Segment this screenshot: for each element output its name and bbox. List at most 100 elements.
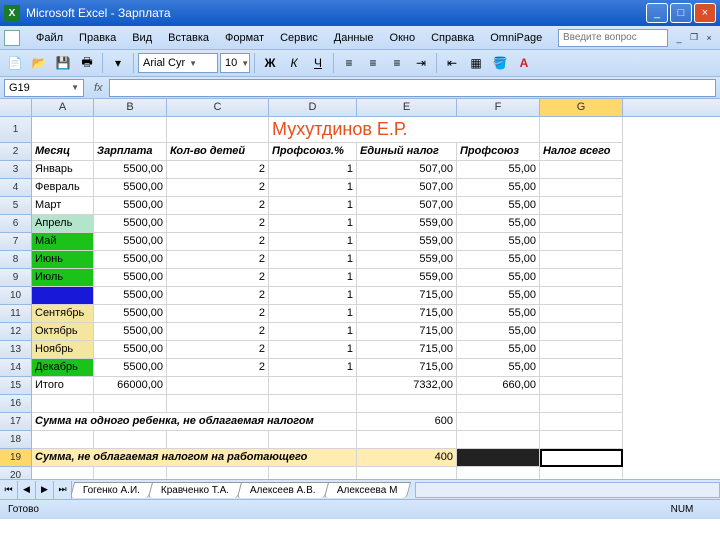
row-header[interactable]: 11 [0, 305, 32, 323]
row-header[interactable]: 3 [0, 161, 32, 179]
italic-icon[interactable]: К [283, 52, 305, 74]
cell[interactable]: 2 [167, 287, 269, 305]
cell[interactable]: 1 [269, 233, 357, 251]
sheet-tab[interactable]: Гогенко А.И. [70, 482, 153, 498]
cell[interactable] [357, 431, 457, 449]
cell[interactable] [457, 449, 540, 467]
col-header-d[interactable]: D [269, 99, 357, 116]
cell[interactable]: 715,00 [357, 323, 457, 341]
cell[interactable] [540, 359, 623, 377]
cell[interactable]: 55,00 [457, 287, 540, 305]
save-icon[interactable]: 💾 [52, 52, 74, 74]
cell[interactable]: 559,00 [357, 269, 457, 287]
cell[interactable] [457, 431, 540, 449]
col-header-a[interactable]: A [32, 99, 94, 116]
cell[interactable] [540, 395, 623, 413]
cell[interactable]: 559,00 [357, 215, 457, 233]
cell[interactable]: 559,00 [357, 233, 457, 251]
cell[interactable]: 2 [167, 305, 269, 323]
col-header-c[interactable]: C [167, 99, 269, 116]
cell[interactable] [540, 161, 623, 179]
cell[interactable]: 2 [167, 233, 269, 251]
cell[interactable]: 1 [269, 179, 357, 197]
cell[interactable] [94, 117, 167, 143]
cell[interactable]: 1 [269, 305, 357, 323]
font-size-selector[interactable]: 10 ▼ [220, 53, 250, 73]
cell[interactable] [457, 413, 540, 431]
month-cell[interactable]: Июль [32, 269, 94, 287]
close-button[interactable]: × [694, 3, 716, 23]
row-header[interactable]: 13 [0, 341, 32, 359]
cell[interactable] [32, 117, 94, 143]
cell[interactable]: 2 [167, 161, 269, 179]
cell[interactable]: 507,00 [357, 197, 457, 215]
month-cell[interactable]: Сентябрь [32, 305, 94, 323]
row-header[interactable]: 15 [0, 377, 32, 395]
underline-icon[interactable]: Ч [307, 52, 329, 74]
row-header[interactable]: 19 [0, 449, 32, 467]
tab-first-icon[interactable]: ⏮ [0, 481, 18, 499]
row-header[interactable]: 9 [0, 269, 32, 287]
name-box[interactable]: G19 ▼ [4, 79, 84, 97]
cell[interactable] [457, 395, 540, 413]
cell[interactable]: 2 [167, 251, 269, 269]
cell[interactable] [540, 431, 623, 449]
cell[interactable] [540, 323, 623, 341]
cell[interactable]: 1 [269, 215, 357, 233]
cell[interactable]: 1 [269, 359, 357, 377]
cell[interactable]: 55,00 [457, 359, 540, 377]
header-cell[interactable]: Профсоюз [457, 143, 540, 161]
cell[interactable] [94, 431, 167, 449]
cell[interactable]: 2 [167, 197, 269, 215]
cell[interactable] [269, 395, 357, 413]
tab-next-icon[interactable]: ▶ [36, 481, 54, 499]
cell[interactable]: 55,00 [457, 233, 540, 251]
cell[interactable]: 55,00 [457, 269, 540, 287]
merge-icon[interactable]: ⇥ [410, 52, 432, 74]
menu-window[interactable]: Окно [382, 30, 424, 46]
col-header-g[interactable]: G [540, 99, 623, 116]
cell[interactable] [540, 197, 623, 215]
select-all-corner[interactable] [0, 99, 32, 116]
horizontal-scrollbar[interactable] [415, 482, 720, 498]
formula-bar[interactable] [109, 79, 716, 97]
col-header-e[interactable]: E [357, 99, 457, 116]
month-cell[interactable]: Октябрь [32, 323, 94, 341]
align-center-icon[interactable]: ≡ [362, 52, 384, 74]
row-header[interactable]: 6 [0, 215, 32, 233]
cell[interactable]: 5500,00 [94, 269, 167, 287]
cell[interactable]: 1 [269, 197, 357, 215]
month-cell[interactable]: Декабрь [32, 359, 94, 377]
cell[interactable]: 1 [269, 269, 357, 287]
menu-file[interactable]: Файл [28, 30, 71, 46]
cell[interactable]: 5500,00 [94, 251, 167, 269]
cell[interactable]: 1 [269, 323, 357, 341]
tab-last-icon[interactable]: ⏭ [54, 481, 72, 499]
fx-icon[interactable]: fx [94, 82, 103, 94]
cell[interactable] [167, 395, 269, 413]
cell[interactable]: 5500,00 [94, 287, 167, 305]
indent-icon[interactable]: ⇤ [441, 52, 463, 74]
month-cell[interactable]: Апрель [32, 215, 94, 233]
cell[interactable]: 55,00 [457, 323, 540, 341]
cell[interactable] [32, 395, 94, 413]
cell[interactable] [540, 287, 623, 305]
cell[interactable] [540, 215, 623, 233]
note-cell[interactable]: Сумма, не облагаемая налогом на работающ… [32, 449, 357, 467]
cell[interactable]: 1 [269, 251, 357, 269]
cell[interactable]: 1 [269, 161, 357, 179]
month-cell[interactable]: Январь [32, 161, 94, 179]
minimize-button[interactable]: _ [646, 3, 668, 23]
row-header[interactable]: 17 [0, 413, 32, 431]
cell[interactable]: 2 [167, 341, 269, 359]
cell[interactable]: 55,00 [457, 197, 540, 215]
cell[interactable] [540, 377, 623, 395]
cell[interactable] [357, 395, 457, 413]
cell[interactable]: 559,00 [357, 251, 457, 269]
cell[interactable]: 5500,00 [94, 215, 167, 233]
cell[interactable]: 1 [269, 341, 357, 359]
font-color-icon[interactable]: A [513, 52, 535, 74]
menu-help[interactable]: Справка [423, 30, 482, 46]
print-icon[interactable]: 🖶 [76, 52, 98, 74]
note-cell[interactable]: Сумма на одного ребенка, не облагаемая н… [32, 413, 357, 431]
